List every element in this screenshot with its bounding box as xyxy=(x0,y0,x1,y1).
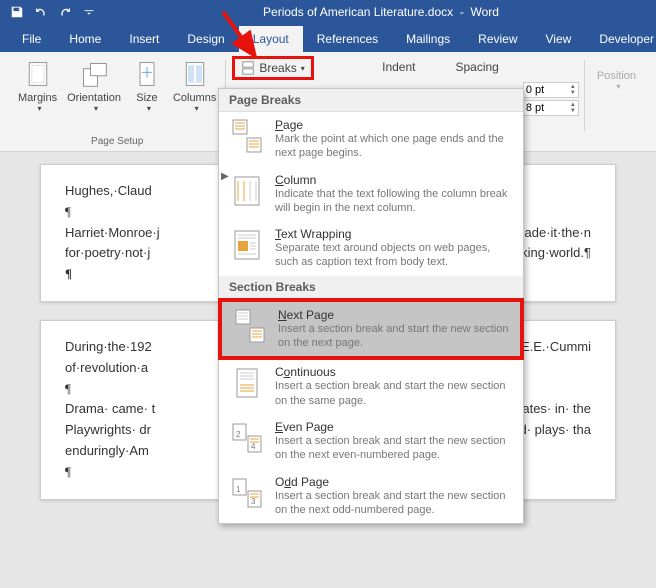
orientation-icon xyxy=(78,58,110,90)
menu-item-desc: Insert a section break and start the new… xyxy=(278,322,510,351)
spacing-before-input[interactable]: ▲▼ xyxy=(523,82,579,98)
ribbon-group-spacing-values: ▲▼ ▲▼ xyxy=(517,56,585,149)
menu-item-desc: Insert a section break and start the new… xyxy=(275,489,513,518)
menu-item-column[interactable]: ColumnIndicate that the text following t… xyxy=(219,167,523,222)
menu-item-title: Odd Page xyxy=(275,475,513,489)
tab-mailings[interactable]: Mailings xyxy=(392,26,464,52)
text-line: for·poetry·not·j xyxy=(65,243,150,264)
tab-layout[interactable]: Layout xyxy=(239,26,303,52)
text-line: Harriet·Monroe·j xyxy=(65,223,160,244)
menubar: File Home Insert Design Layout Reference… xyxy=(0,24,656,52)
menu-item-odd-page[interactable]: 13 Odd PageInsert a section break and st… xyxy=(219,469,523,524)
menu-item-desc: Insert a section break and start the new… xyxy=(275,379,513,408)
columns-icon xyxy=(179,58,211,90)
section-breaks-header: Section Breaks xyxy=(219,276,523,299)
text-line: During·the·192 xyxy=(65,337,152,358)
titlebar: Periods of American Literature.docx - Wo… xyxy=(0,0,656,24)
position-button[interactable]: Position▾ xyxy=(591,56,642,93)
orientation-button[interactable]: Orientation▾ xyxy=(63,56,125,115)
menu-item-title: Text Wrapping xyxy=(275,227,513,241)
qat-customize-icon[interactable] xyxy=(78,1,100,23)
size-button[interactable]: Size▾ xyxy=(127,56,167,115)
ribbon-group-label: Page Setup xyxy=(91,134,143,149)
page-breaks-header: Page Breaks xyxy=(219,89,523,112)
text-wrapping-icon xyxy=(229,227,265,263)
tab-insert[interactable]: Insert xyxy=(115,26,173,52)
tab-review[interactable]: Review xyxy=(464,26,531,52)
document-title: Periods of American Literature.docx - Wo… xyxy=(106,5,656,19)
indent-label: Indent xyxy=(382,60,415,74)
size-icon xyxy=(131,58,163,90)
menu-item-desc: Mark the point at which one page ends an… xyxy=(275,132,513,161)
spacing-label: Spacing xyxy=(455,60,498,74)
next-page-icon xyxy=(232,308,268,344)
save-icon[interactable] xyxy=(6,1,28,23)
undo-icon[interactable] xyxy=(30,1,52,23)
menu-item-next-page[interactable]: Next PageInsert a section break and star… xyxy=(218,298,524,361)
columns-button[interactable]: Columns▾ xyxy=(169,56,220,115)
ribbon-group-arrange: Position▾ xyxy=(585,56,648,149)
tab-developer[interactable]: Developer xyxy=(585,26,656,52)
menu-item-desc: Indicate that the text following the col… xyxy=(275,187,513,216)
continuous-icon xyxy=(229,365,265,401)
breaks-dropdown: ▶ Page Breaks PageMark the point at whic… xyxy=(218,88,524,524)
menu-item-desc: Separate text around objects on web page… xyxy=(275,241,513,270)
menu-item-desc: Insert a section break and start the new… xyxy=(275,434,513,463)
svg-text:3: 3 xyxy=(251,497,256,506)
spacing-after-input[interactable]: ▲▼ xyxy=(523,100,579,116)
breaks-button[interactable]: Breaks▾ xyxy=(232,56,313,80)
tab-view[interactable]: View xyxy=(532,26,586,52)
column-break-icon xyxy=(229,173,265,209)
tab-file[interactable]: File xyxy=(8,26,55,52)
tab-home[interactable]: Home xyxy=(55,26,115,52)
text-line: Drama· came· t xyxy=(65,399,155,420)
ribbon-group-page-setup: Margins▾ Orientation▾ Size▾ Columns▾ Pag… xyxy=(8,56,226,149)
redo-icon[interactable] xyxy=(54,1,76,23)
svg-text:2: 2 xyxy=(236,430,241,439)
even-page-icon: 24 xyxy=(229,420,265,456)
margins-button[interactable]: Margins▾ xyxy=(14,56,61,115)
menu-item-page[interactable]: PageMark the point at which one page end… xyxy=(219,112,523,167)
odd-page-icon: 13 xyxy=(229,475,265,511)
quick-access-toolbar xyxy=(0,1,106,23)
menu-item-title: Column xyxy=(275,173,513,187)
menu-item-title: Continuous xyxy=(275,365,513,379)
text-line: Playwrights· dr xyxy=(65,420,151,441)
page-break-icon xyxy=(229,118,265,154)
menu-item-continuous[interactable]: ContinuousInsert a section break and sta… xyxy=(219,359,523,414)
menu-item-even-page[interactable]: 24 Even PageInsert a section break and s… xyxy=(219,414,523,469)
submenu-caret-icon: ▶ xyxy=(221,171,229,182)
menu-item-text-wrapping[interactable]: Text WrappingSeparate text around object… xyxy=(219,221,523,276)
breaks-icon xyxy=(241,61,255,75)
svg-text:4: 4 xyxy=(251,442,256,451)
tab-design[interactable]: Design xyxy=(173,26,238,52)
menu-item-title: Even Page xyxy=(275,420,513,434)
menu-item-title: Page xyxy=(275,118,513,132)
tab-references[interactable]: References xyxy=(303,26,392,52)
margins-icon xyxy=(22,58,54,90)
svg-text:1: 1 xyxy=(236,485,241,494)
menu-item-title: Next Page xyxy=(278,308,510,322)
